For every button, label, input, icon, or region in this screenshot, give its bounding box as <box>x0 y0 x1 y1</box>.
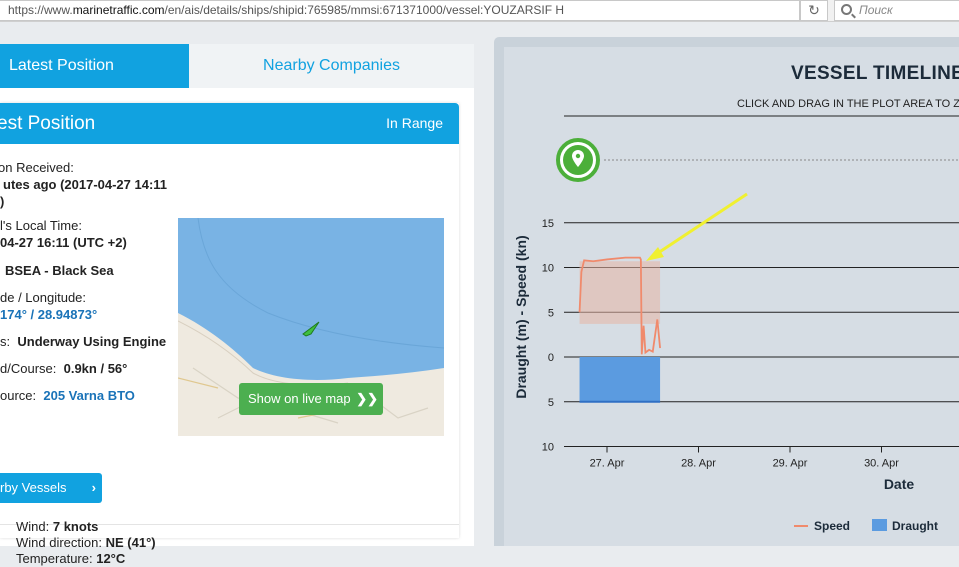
show-on-live-map-button[interactable]: Show on live map ❯❯ <box>239 383 383 415</box>
tab-nearby-companies[interactable]: Nearby Companies <box>189 44 474 88</box>
local-time-value: 04-27 16:11 (UTC +2) <box>0 235 127 250</box>
chart-legend: Speed Draught <box>794 519 938 533</box>
x-tick-label: 30. Apr <box>864 458 899 470</box>
legend-speed-label: Speed <box>814 519 850 533</box>
area-value: BSEA - Black Sea <box>5 263 114 278</box>
speed-course-label: d/Course: <box>0 361 57 376</box>
nearby-vessels-button[interactable]: rby Vessels › <box>0 473 102 503</box>
card-header: est Position In Range <box>0 103 459 144</box>
y-tick-label: 5 <box>548 397 554 409</box>
timeline-chart[interactable]: 15 10 5 0 5 10 27. Apr 28. Apr 29. Apr 30. Apr Dr… <box>504 47 959 546</box>
location-pin-icon[interactable] <box>556 138 600 182</box>
url-domain: marinetraffic.com <box>72 3 165 17</box>
wind-label: Wind: <box>16 519 50 534</box>
temperature-value: 12°C <box>96 551 126 566</box>
wind-direction-value: NE (41°) <box>105 535 156 550</box>
search-placeholder: Поиск <box>859 3 893 17</box>
y-tick-label: 5 <box>548 307 554 319</box>
browser-search-input[interactable]: Поиск <box>834 0 959 21</box>
left-panel: Latest Position Nearby Companies est Pos… <box>0 44 474 566</box>
search-icon <box>841 4 852 15</box>
wind-direction-label: Wind direction: <box>16 535 102 550</box>
position-received-value: utes ago (2017-04-27 14:11 <box>3 177 168 192</box>
weather-block: Wind: 7 knots Wind direction: NE (41°) T… <box>16 519 156 567</box>
x-axis-label: Date <box>884 476 915 492</box>
source-value[interactable]: 205 Varna BTO <box>43 388 135 403</box>
chart-plot <box>578 256 661 403</box>
latlon-label: de / Longitude: <box>0 290 87 305</box>
chart-gridlines <box>564 222 959 447</box>
address-bar[interactable]: https://www.marinetraffic.com/en/ais/det… <box>0 0 800 21</box>
x-tick-label: 28. Apr <box>681 458 716 470</box>
speed-range-band <box>579 261 661 324</box>
double-chevron-icon: ❯❯ <box>356 391 379 406</box>
draught-area <box>579 357 661 402</box>
card-title: est Position <box>0 113 96 134</box>
live-map-label: Show on live map <box>248 391 351 406</box>
y-tick-label: 0 <box>548 352 554 364</box>
browser-toolbar: https://www.marinetraffic.com/en/ais/det… <box>0 0 959 22</box>
x-tick-label: 27. Apr <box>590 458 625 470</box>
timeline-inner: VESSEL TIMELINE CLICK AND DRAG IN THE PL… <box>504 47 959 546</box>
y-axis-label: Draught (m) - Speed (kn) <box>513 235 529 398</box>
wind-value: 7 knots <box>52 519 99 534</box>
local-time-label: l's Local Time: <box>0 218 82 233</box>
x-tick-label: 29. Apr <box>773 458 808 470</box>
tab-latest-position[interactable]: Latest Position <box>0 44 189 88</box>
status-label: s: <box>0 334 11 349</box>
y-tick-label: 10 <box>542 263 554 275</box>
vessel-timeline-panel: VESSEL TIMELINE CLICK AND DRAG IN THE PL… <box>494 37 959 546</box>
latest-position-card: est Position In Range on Received: utes … <box>0 103 459 566</box>
status-value: Underway Using Engine <box>17 334 167 349</box>
chart-ticks: 15 10 5 0 5 10 27. Apr 28. Apr 29. Apr 30. Apr <box>542 218 900 470</box>
legend-draught-label: Draught <box>892 519 938 533</box>
url-prefix: https://www. <box>8 3 73 17</box>
range-status: In Range <box>386 115 443 131</box>
y-tick-label: 15 <box>542 218 554 230</box>
annotation-arrow <box>646 192 748 261</box>
chevron-right-icon: › <box>91 480 96 495</box>
latlon-value[interactable]: 174° / 28.94873° <box>0 307 97 322</box>
source-label: ource: <box>0 388 37 403</box>
temperature-label: Temperature: <box>16 551 93 566</box>
nearby-vessels-label: rby Vessels <box>0 480 67 495</box>
url-path: /en/ais/details/ships/shipid:765985/mmsi… <box>164 3 565 17</box>
reload-icon[interactable]: ↻ <box>800 0 828 21</box>
position-received-value-end: ) <box>0 194 5 209</box>
position-received-label: on Received: <box>0 160 74 175</box>
legend-draught-swatch <box>872 519 887 531</box>
y-tick-label: 10 <box>542 442 554 454</box>
speed-course-value: 0.9kn / 56° <box>63 361 128 376</box>
